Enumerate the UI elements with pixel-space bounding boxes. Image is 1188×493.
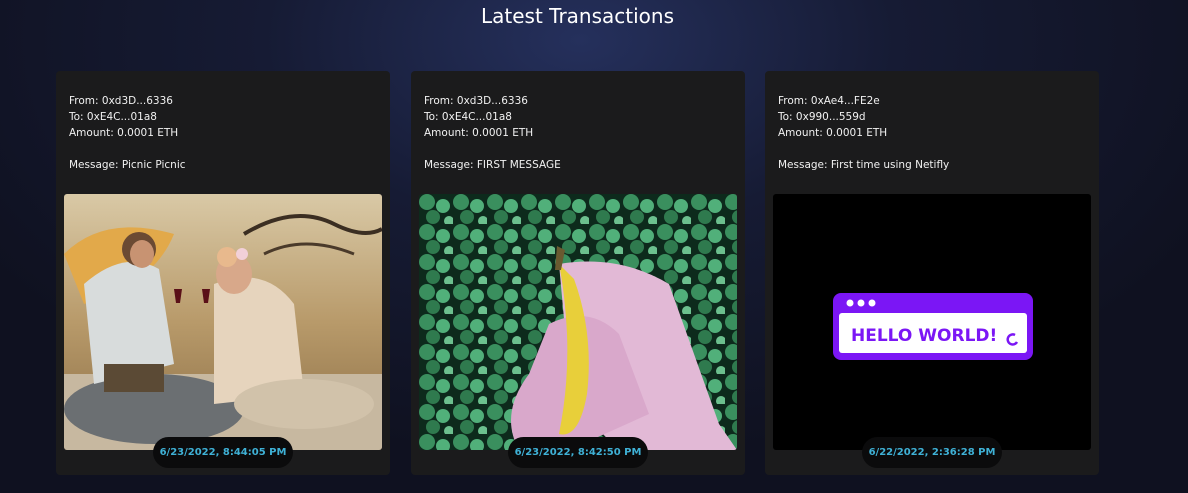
picnic-gif-image: [64, 194, 382, 450]
to-address: To: 0xE4C...01a8: [69, 111, 157, 123]
transaction-card: From: 0xd3D...6336 To: 0xE4C...01a8 Amou…: [56, 71, 390, 475]
timestamp-badge: 6/22/2022, 2:36:28 PM: [862, 437, 1002, 468]
message: Message: FIRST MESSAGE: [424, 159, 561, 171]
hello-world-gif-image: HELLO WORLD!: [773, 194, 1091, 450]
amount: Amount: 0.0001 ETH: [424, 127, 534, 139]
from-address: From: 0xd3D...6336: [424, 95, 528, 107]
timestamp-badge: 6/23/2022, 8:44:05 PM: [153, 437, 293, 468]
to-address: To: 0x990...559d: [778, 111, 866, 123]
timestamp-badge: 6/23/2022, 8:42:50 PM: [508, 437, 648, 468]
transaction-info: From: 0xAe4...FE2e To: 0x990...559d Amou…: [778, 93, 949, 173]
page-title: Latest Transactions: [481, 4, 674, 28]
from-address: From: 0xAe4...FE2e: [778, 95, 880, 107]
transaction-card: From: 0xd3D...6336 To: 0xE4C...01a8 Amou…: [411, 71, 745, 475]
banana-gif-image: [419, 194, 737, 450]
transaction-info: From: 0xd3D...6336 To: 0xE4C...01a8 Amou…: [424, 93, 561, 173]
amount: Amount: 0.0001 ETH: [69, 127, 179, 139]
transaction-info: From: 0xd3D...6336 To: 0xE4C...01a8 Amou…: [69, 93, 186, 173]
message: Message: First time using Netifly: [778, 159, 950, 171]
hello-world-text: HELLO WORLD!: [851, 326, 997, 346]
from-address: From: 0xd3D...6336: [69, 95, 173, 107]
to-address: To: 0xE4C...01a8: [424, 111, 512, 123]
amount: Amount: 0.0001 ETH: [778, 127, 888, 139]
transaction-card: From: 0xAe4...FE2e To: 0x990...559d Amou…: [765, 71, 1099, 475]
message: Message: Picnic Picnic: [69, 159, 186, 171]
